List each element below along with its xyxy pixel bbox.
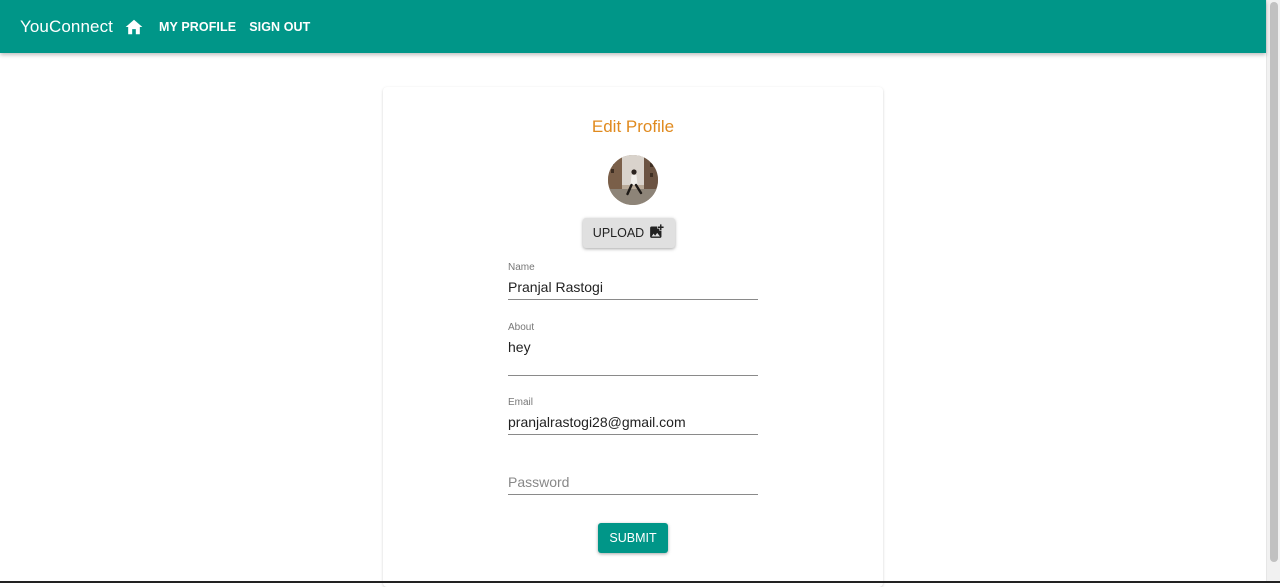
name-label: Name: [508, 262, 758, 274]
submit-button[interactable]: SUBMIT: [598, 523, 668, 553]
scrollbar-thumb[interactable]: [1270, 2, 1278, 562]
password-field: [508, 469, 758, 495]
about-field: About hey: [508, 322, 758, 376]
edit-profile-card: Edit Profile UPLOAD Name About: [383, 87, 883, 587]
password-input[interactable]: [508, 469, 758, 495]
email-label: Email: [508, 397, 758, 409]
email-field: Email: [508, 397, 758, 435]
email-input[interactable]: [508, 409, 758, 435]
page-title: Edit Profile: [383, 117, 883, 137]
add-photo-icon: [648, 223, 665, 243]
upload-button[interactable]: UPLOAD: [583, 218, 675, 248]
about-label: About: [508, 322, 758, 334]
scrollbar[interactable]: [1266, 0, 1280, 583]
name-field: Name: [508, 262, 758, 300]
name-input[interactable]: [508, 274, 758, 300]
nav-my-profile[interactable]: MY PROFILE: [159, 20, 236, 34]
brand-title[interactable]: YouConnect: [20, 17, 113, 37]
avatar: [608, 155, 658, 205]
home-icon[interactable]: [123, 16, 145, 38]
upload-button-label: UPLOAD: [593, 226, 644, 240]
app-bar: YouConnect MY PROFILE SIGN OUT: [0, 0, 1266, 53]
nav-sign-out[interactable]: SIGN OUT: [249, 20, 310, 34]
about-input[interactable]: hey: [508, 334, 758, 376]
